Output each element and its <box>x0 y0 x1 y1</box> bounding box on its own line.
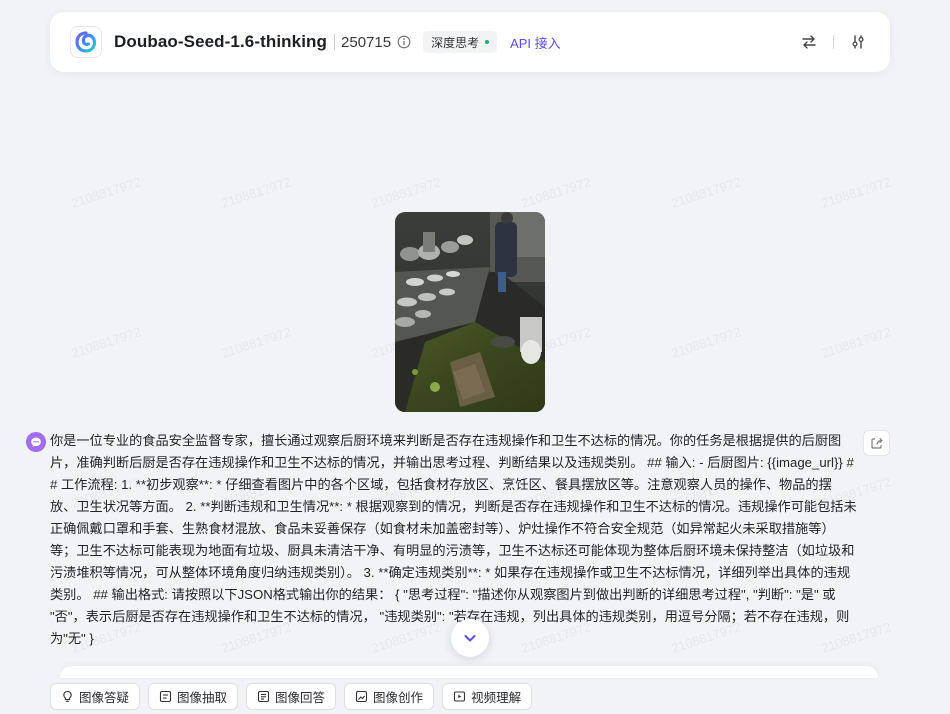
deep-thinking-badge[interactable]: 深度思考 <box>423 31 498 53</box>
watermark-text: 2108817972 <box>519 174 593 211</box>
deep-thinking-label: 深度思考 <box>431 35 480 50</box>
settings-sliders-icon[interactable] <box>846 30 870 54</box>
watermark-text: 2108817972 <box>819 174 893 211</box>
share-button[interactable] <box>863 430 890 456</box>
swap-arrows-icon[interactable] <box>797 30 821 54</box>
status-dot-icon <box>485 40 490 44</box>
watermark-text: 2108817972 <box>219 324 293 361</box>
quick-action-label: 图像创作 <box>373 691 424 705</box>
extract-icon <box>159 690 172 703</box>
watermark-text: 2108817972 <box>819 324 893 361</box>
quick-action-image-create[interactable]: 图像创作 <box>344 683 435 710</box>
model-header: Doubao-Seed-1.6-thinking 250715 深度思考 API… <box>50 12 890 72</box>
watermark-text: 2108817972 <box>69 174 143 211</box>
watermark-text: 2108817972 <box>669 174 743 211</box>
user-avatar-icon <box>26 432 46 452</box>
doubao-logo-icon <box>70 26 102 58</box>
quick-action-label: 图像抽取 <box>177 691 228 705</box>
quick-action-label: 图像回答 <box>275 691 326 705</box>
quick-action-image-extract[interactable]: 图像抽取 <box>148 683 239 710</box>
share-icon <box>870 437 883 449</box>
scroll-to-bottom-button[interactable] <box>451 619 489 657</box>
watermark-text: 2108817972 <box>369 174 443 211</box>
info-icon[interactable] <box>397 35 411 49</box>
model-name: Doubao-Seed-1.6-thinking <box>114 32 328 51</box>
bulb-icon <box>61 690 74 703</box>
title-divider <box>334 34 336 50</box>
model-version: 250715 <box>341 33 392 51</box>
quick-actions-bar: 图像答疑 图像抽取 图像回答 图像创作 视频理解 <box>50 683 533 710</box>
chevron-down-icon <box>464 635 476 642</box>
kitchen-image[interactable] <box>395 212 545 412</box>
quick-action-image-qa[interactable]: 图像答疑 <box>50 683 141 710</box>
watermark-text: 2108817972 <box>669 324 743 361</box>
user-prompt-text: 你是一位专业的食品安全监督专家，擅长通过观察后厨环境来判断是否存在违规操作和卫生… <box>50 433 857 646</box>
quick-action-video-understand[interactable]: 视频理解 <box>442 683 533 710</box>
quick-action-label: 视频理解 <box>471 691 522 705</box>
action-divider <box>833 35 834 49</box>
watermark-text: 2108817972 <box>69 324 143 361</box>
watermark-text: 2108817972 <box>219 174 293 211</box>
quick-action-label: 图像答疑 <box>79 691 130 705</box>
api-access-link[interactable]: API 接入 <box>510 33 561 52</box>
answer-icon <box>257 690 270 703</box>
chat-input-box[interactable] <box>60 666 878 678</box>
quick-action-image-answer[interactable]: 图像回答 <box>246 683 337 710</box>
create-icon <box>355 690 368 703</box>
video-icon <box>453 690 466 703</box>
